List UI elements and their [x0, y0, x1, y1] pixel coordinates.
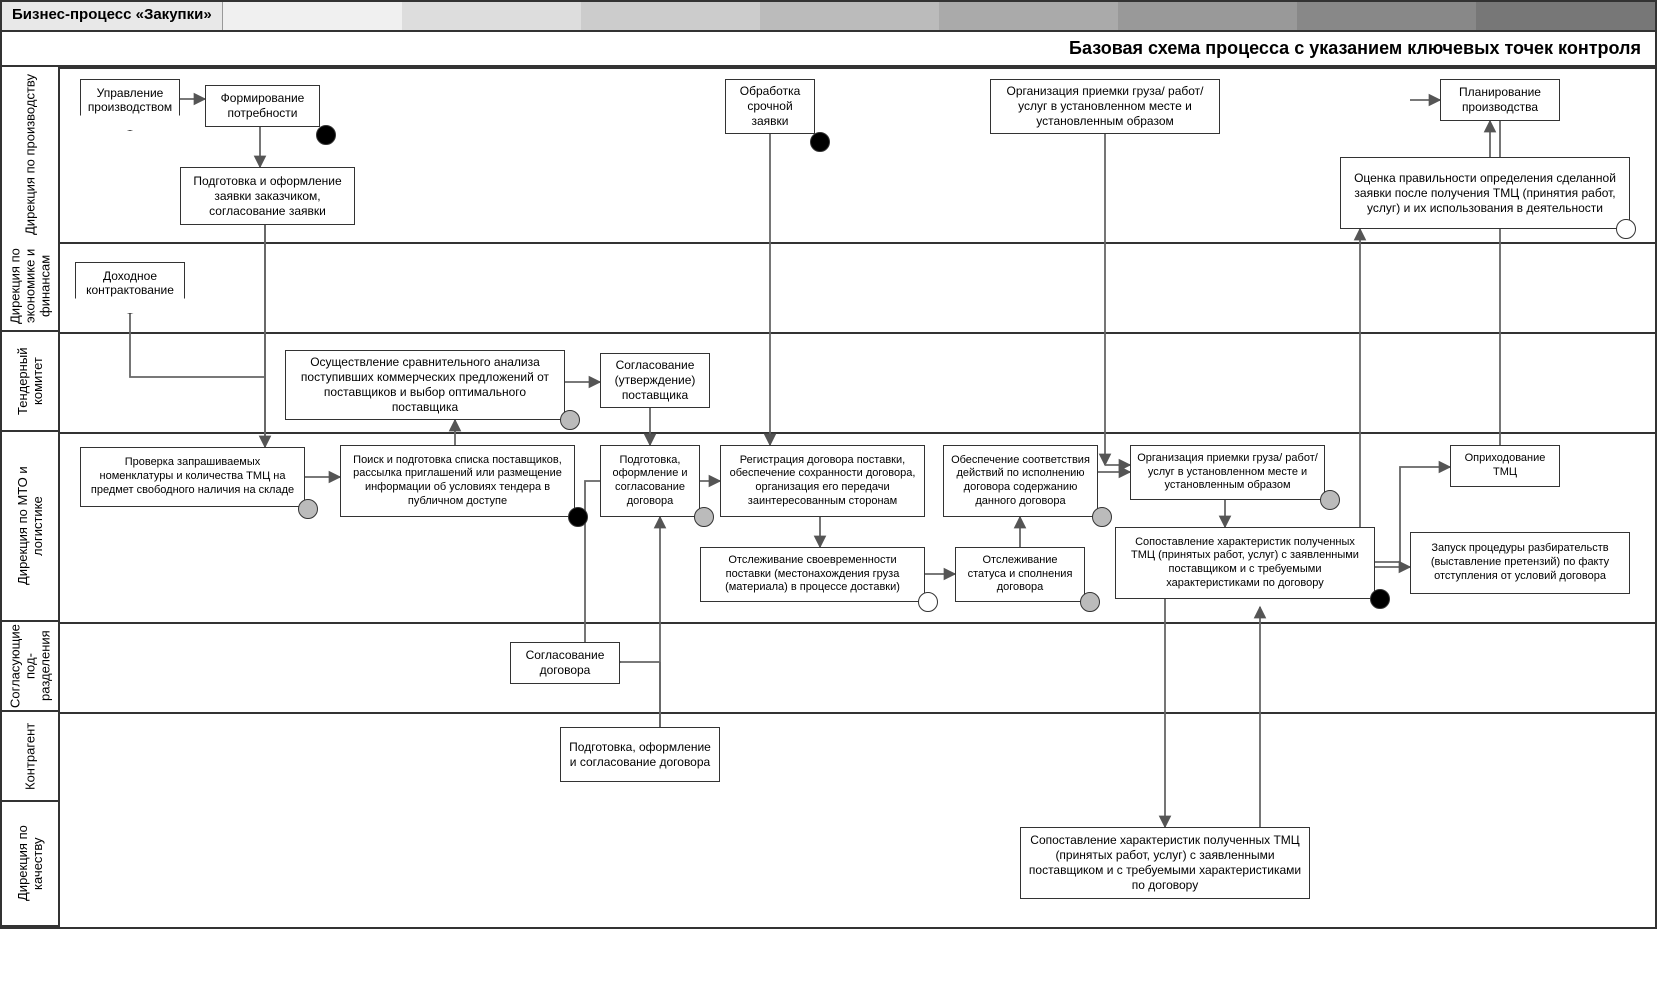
control-dot-gray — [1320, 490, 1340, 510]
box-register-contract: Регистрация договора поставки, обеспечен… — [720, 445, 925, 517]
box-track-delivery: Отслеживание своевременности поставки (м… — [700, 547, 925, 602]
page-subtitle: Базовая схема процесса с указанием ключе… — [0, 30, 1657, 67]
control-dot-white — [918, 592, 938, 612]
box-launch-claims: Запуск процедуры разбирательств (выставл… — [1410, 532, 1630, 594]
box-counterparty-contract: Подготовка, оформление и согласование до… — [560, 727, 720, 782]
box-quality-compare: Сопоставление характеристик полученных Т… — [1020, 827, 1310, 899]
control-dot-black — [316, 125, 336, 145]
lane-label: Контрагент — [2, 712, 58, 802]
control-dot-gray — [694, 507, 714, 527]
header: Бизнес-процесс «Закупки» — [0, 0, 1657, 30]
lane-label: Дирекция по качеству — [2, 802, 58, 927]
control-dot-gray — [1092, 507, 1112, 527]
diagram-canvas: Управление производством Доходное контра… — [60, 67, 1655, 927]
page-title: Бизнес-процесс «Закупки» — [2, 2, 223, 30]
box-cargo-accept-mto: Организация приемки груза/ работ/услуг в… — [1130, 445, 1325, 500]
box-approve-supplier: Согласование (утверждение) поставщика — [600, 353, 710, 408]
box-compare-offers: Осуществление сравнительного анализа пос… — [285, 350, 565, 420]
control-dot-gray — [560, 410, 580, 430]
box-supplier-list: Поиск и подготовка списка поставщиков, р… — [340, 445, 575, 517]
box-prepare-contract: Подготовка, оформление и согласование до… — [600, 445, 700, 517]
lane-label: Тендерный комитет — [2, 332, 58, 432]
header-gradient — [223, 2, 1655, 30]
box-capitalize: Оприходование ТМЦ — [1450, 445, 1560, 487]
control-dot-black — [810, 132, 830, 152]
lane-label: Дирекция по МТО и логистике — [2, 432, 58, 622]
box-prepare-request: Подготовка и оформление заявки заказчико… — [180, 167, 355, 225]
lane-label: Дирекция по производству — [2, 67, 58, 242]
box-approve-contract: Согласование договора — [510, 642, 620, 684]
control-dot-black — [568, 507, 588, 527]
box-production-planning: Планирование производства — [1440, 79, 1560, 121]
control-dot-gray — [1080, 592, 1100, 612]
lane-label: Дирекция по экономике и финансам — [2, 242, 58, 332]
box-cargo-accept-prod: Организация приемки груза/ работ/услуг в… — [990, 79, 1220, 134]
box-track-status: Отслеживание статуса и сполнения договор… — [955, 547, 1085, 602]
lane-labels: Дирекция по производствуДирекция по экон… — [2, 67, 60, 927]
control-dot-gray — [298, 499, 318, 519]
lane-label: Согласующие под- разделения — [2, 622, 58, 712]
box-evaluate-request: Оценка правильности определения сделанно… — [1340, 157, 1630, 229]
control-dot-black — [1370, 589, 1390, 609]
box-urgent-request: Обработка срочной заявки — [725, 79, 815, 134]
control-dot-white — [1616, 219, 1636, 239]
box-check-stock: Проверка запрашиваемых номенклатуры и ко… — [80, 447, 305, 507]
swimlane-container: Дирекция по производствуДирекция по экон… — [0, 67, 1657, 929]
box-ensure-compliance: Обеспечение соответствия действий по исп… — [943, 445, 1098, 517]
box-compare-characteristics: Сопоставление характеристик полученных Т… — [1115, 527, 1375, 599]
box-form-need: Формирование потребности — [205, 85, 320, 127]
